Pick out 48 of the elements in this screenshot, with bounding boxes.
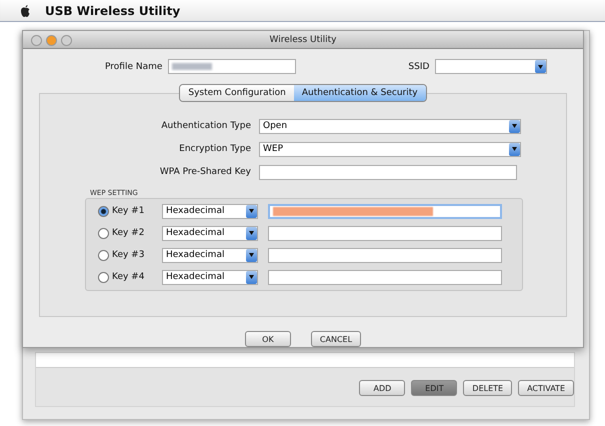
key-label: Key #4 xyxy=(112,272,146,282)
radio-button[interactable] xyxy=(98,250,109,261)
tab[interactable]: System Configuration xyxy=(180,85,294,101)
radio-button[interactable] xyxy=(98,272,109,283)
key-field[interactable] xyxy=(268,204,502,219)
close-icon[interactable] xyxy=(31,35,42,46)
input-field[interactable] xyxy=(259,164,517,180)
minimize-icon[interactable] xyxy=(46,35,57,46)
format-dropdown[interactable]: Hexadecimal xyxy=(162,248,258,263)
profile-name-field[interactable] xyxy=(168,59,296,74)
key-field[interactable] xyxy=(268,270,502,285)
action-button[interactable]: ACTIVATE xyxy=(518,380,574,396)
radio-button[interactable] xyxy=(98,228,109,239)
format-dropdown[interactable]: Hexadecimal xyxy=(162,270,258,285)
field-label: Profile Name xyxy=(105,62,162,72)
key-label: Key #3 xyxy=(112,250,146,260)
window-title: Wireless Utility xyxy=(270,34,336,45)
caret-icon xyxy=(249,231,254,236)
dropdown[interactable]: Open xyxy=(259,118,521,134)
blurred-text xyxy=(172,63,212,70)
key-field[interactable] xyxy=(268,248,502,263)
caret-icon xyxy=(249,253,254,258)
radio-button[interactable] xyxy=(98,206,109,217)
key-label: Key #1 xyxy=(112,206,146,216)
field-label: SSID xyxy=(408,62,430,72)
dialog-button[interactable]: CANCEL xyxy=(310,331,362,347)
key-field[interactable] xyxy=(268,226,502,241)
apple-logo-icon xyxy=(20,4,31,16)
app-name[interactable]: USB Wireless Utility xyxy=(45,4,180,18)
field-label: Authentication Type xyxy=(160,121,251,132)
ssid-select[interactable] xyxy=(435,59,548,74)
caret-icon xyxy=(249,275,254,280)
dropdown[interactable]: WEP xyxy=(259,142,521,157)
caret-icon xyxy=(538,64,544,69)
caret-icon xyxy=(249,209,254,214)
action-button[interactable]: DELETE xyxy=(463,380,512,396)
field-label: Encryption Type xyxy=(178,144,251,154)
action-button[interactable]: ADD xyxy=(359,380,406,396)
tab[interactable]: Authentication & Security xyxy=(294,85,426,101)
action-button[interactable]: EDIT xyxy=(411,380,458,396)
dialog-button[interactable]: OK xyxy=(244,331,291,347)
format-dropdown[interactable]: Hexadecimal xyxy=(162,204,258,219)
caret-icon xyxy=(512,124,517,128)
zoom-icon[interactable] xyxy=(61,35,72,46)
caret-icon xyxy=(512,147,517,152)
key-label: Key #2 xyxy=(112,228,146,238)
field-label: WPA Pre-Shared Key xyxy=(158,167,251,178)
format-dropdown[interactable]: Hexadecimal xyxy=(162,226,258,241)
